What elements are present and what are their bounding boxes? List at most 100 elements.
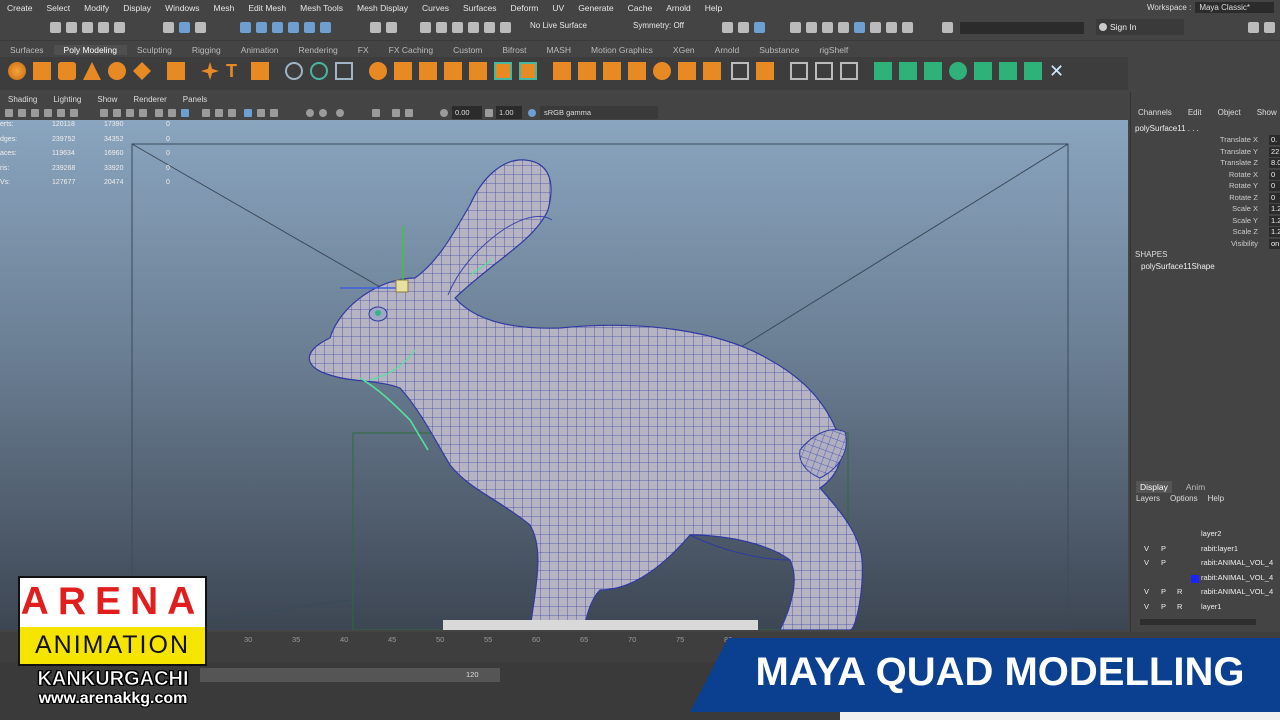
open-scene-icon[interactable] xyxy=(66,22,77,33)
mesh-tool-3-icon[interactable] xyxy=(840,62,858,80)
layer-visibility-toggle[interactable]: V xyxy=(1144,558,1149,567)
separate-icon[interactable] xyxy=(310,62,328,80)
offset-edge-loop-icon[interactable] xyxy=(628,62,646,80)
attr-value-field[interactable]: 22. xyxy=(1269,146,1280,157)
attr-translate-z[interactable]: Translate Z 8.0 xyxy=(1130,158,1280,169)
symmetry-dropdown[interactable]: Symmetry: Off xyxy=(633,21,684,30)
bookmark-icon[interactable] xyxy=(31,109,39,117)
poly-platonic-icon[interactable] xyxy=(167,62,185,80)
xray-toggle-icon[interactable] xyxy=(405,109,413,117)
textured-icon[interactable] xyxy=(202,109,210,117)
attr-value-field[interactable]: 0. xyxy=(1269,135,1280,145)
redo-icon[interactable] xyxy=(114,22,125,33)
attr-value-field[interactable]: 0 xyxy=(1269,192,1280,203)
snap-view-icon[interactable] xyxy=(288,22,299,33)
depth-of-field-icon[interactable] xyxy=(372,109,380,117)
layer-row[interactable]: V P R rabit:ANIMAL_VOL_4 xyxy=(1136,587,1280,600)
wireframe-on-shaded-icon[interactable] xyxy=(181,109,189,117)
menu-surfaces[interactable]: Surfaces xyxy=(456,3,504,13)
smooth-icon[interactable] xyxy=(335,62,353,80)
uv-layout-icon[interactable] xyxy=(999,62,1017,80)
layer-playback-toggle[interactable]: P xyxy=(1161,587,1166,596)
resolution-gate-icon[interactable] xyxy=(886,22,897,33)
menu-mesh-tools[interactable]: Mesh Tools xyxy=(293,3,350,13)
smooth-shade-icon[interactable] xyxy=(168,109,176,117)
xray-joints-icon[interactable] xyxy=(257,109,265,117)
attr-value-field[interactable]: on xyxy=(1269,238,1280,249)
layer-menu-options[interactable]: Options xyxy=(1170,494,1198,503)
anti-alias-icon[interactable] xyxy=(336,109,344,117)
view-transform-dropdown[interactable]: sRGB gamma xyxy=(540,106,658,119)
attr-value-field[interactable]: 0 xyxy=(1269,181,1280,191)
panel-menu-show[interactable]: Show xyxy=(89,95,125,104)
poly-sphere-icon[interactable] xyxy=(8,62,26,80)
target-weld-icon[interactable] xyxy=(519,62,537,80)
attr-value-field[interactable]: 8.0 xyxy=(1269,158,1280,168)
panel-menu-lighting[interactable]: Lighting xyxy=(45,95,89,104)
cb-menu-edit[interactable]: Edit xyxy=(1180,108,1210,117)
select-tool-icon[interactable] xyxy=(163,22,174,33)
shelf-tab-bifrost[interactable]: Bifrost xyxy=(492,45,536,55)
shelf-tab-substance[interactable]: Substance xyxy=(749,45,809,55)
shelf-tab-arnold[interactable]: Arnold xyxy=(705,45,750,55)
shelf-tab-xgen[interactable]: XGen xyxy=(663,45,705,55)
layer-editor-scrollbar[interactable] xyxy=(1140,619,1256,625)
chamfer-icon[interactable] xyxy=(756,62,774,80)
gamma-field[interactable]: 1.00 xyxy=(496,106,522,119)
bevel-icon[interactable] xyxy=(578,62,596,80)
snap-vertex-icon[interactable] xyxy=(320,22,331,33)
grease-pencil-icon[interactable] xyxy=(70,109,78,117)
menu-curves[interactable]: Curves xyxy=(415,3,456,13)
snapshot-icon[interactable] xyxy=(822,22,833,33)
shelf-tab-surfaces[interactable]: Surfaces xyxy=(0,45,54,55)
film-gate-icon[interactable] xyxy=(113,109,121,117)
layer-tab-display[interactable]: Display xyxy=(1136,481,1172,493)
attr-value-field[interactable]: 0 xyxy=(1269,169,1280,180)
layer-row[interactable]: V P R layer1 xyxy=(1136,602,1280,615)
resolution-gate-viewport-icon[interactable] xyxy=(126,109,134,117)
menu-mesh[interactable]: Mesh xyxy=(207,3,242,13)
shelf-tab-custom[interactable]: Custom xyxy=(443,45,492,55)
isolate-select-icon[interactable] xyxy=(392,109,400,117)
mesh-tool-2-icon[interactable] xyxy=(815,62,833,80)
uv-editor-icon[interactable] xyxy=(874,62,892,80)
undo-icon[interactable] xyxy=(98,22,109,33)
search-icon[interactable] xyxy=(942,22,953,33)
layer-reference-toggle[interactable]: R xyxy=(1177,587,1182,596)
shelf-tab-sculpting[interactable]: Sculpting xyxy=(127,45,182,55)
attr-scale-x[interactable]: Scale X 1.2 xyxy=(1130,204,1280,215)
menu-deform[interactable]: Deform xyxy=(504,3,546,13)
attr-translate-x[interactable]: Translate X 0. xyxy=(1130,135,1280,146)
pause-icon[interactable] xyxy=(902,22,913,33)
wireframe-icon[interactable] xyxy=(155,109,163,117)
layer-visibility-toggle[interactable]: V xyxy=(1144,544,1149,553)
layer-row[interactable]: layer2 xyxy=(1136,529,1280,542)
move-manipulator[interactable] xyxy=(340,226,409,293)
shelf-tab-mash[interactable]: MASH xyxy=(536,45,581,55)
screen-space-ao-icon[interactable] xyxy=(306,109,314,117)
menu-uv[interactable]: UV xyxy=(545,3,571,13)
channel-box-icon[interactable] xyxy=(790,22,801,33)
use-lights-icon[interactable] xyxy=(215,109,223,117)
layer-row[interactable]: rabit:ANIMAL_VOL_4 xyxy=(1136,573,1280,586)
selected-object-name[interactable]: polySurface11 . . . xyxy=(1135,124,1199,133)
render-sequence-icon[interactable] xyxy=(500,22,511,33)
uv-cut-icon[interactable] xyxy=(1024,62,1042,80)
exposure-field[interactable]: 0.00 xyxy=(452,106,482,119)
menu-display[interactable]: Display xyxy=(116,3,158,13)
keep-image-icon[interactable] xyxy=(838,22,849,33)
cb-menu-object[interactable]: Object xyxy=(1210,108,1249,117)
extract-icon[interactable] xyxy=(394,62,412,80)
shelf-tab-rigshelf[interactable]: rigShelf xyxy=(809,45,858,55)
history-icon[interactable] xyxy=(386,22,397,33)
snap-grid-icon[interactable] xyxy=(240,22,251,33)
shelf-tab-fx-caching[interactable]: FX Caching xyxy=(379,45,443,55)
rabbit-mesh[interactable] xyxy=(308,159,863,630)
attribute-editor-icon[interactable] xyxy=(738,22,749,33)
search-input[interactable] xyxy=(960,22,1084,34)
ipr-render-icon[interactable] xyxy=(436,22,447,33)
menu-arnold[interactable]: Arnold xyxy=(659,3,698,13)
multi-cut-icon[interactable] xyxy=(494,62,512,80)
grid-icon[interactable] xyxy=(100,109,108,117)
layer-visibility-toggle[interactable]: V xyxy=(1144,602,1149,611)
